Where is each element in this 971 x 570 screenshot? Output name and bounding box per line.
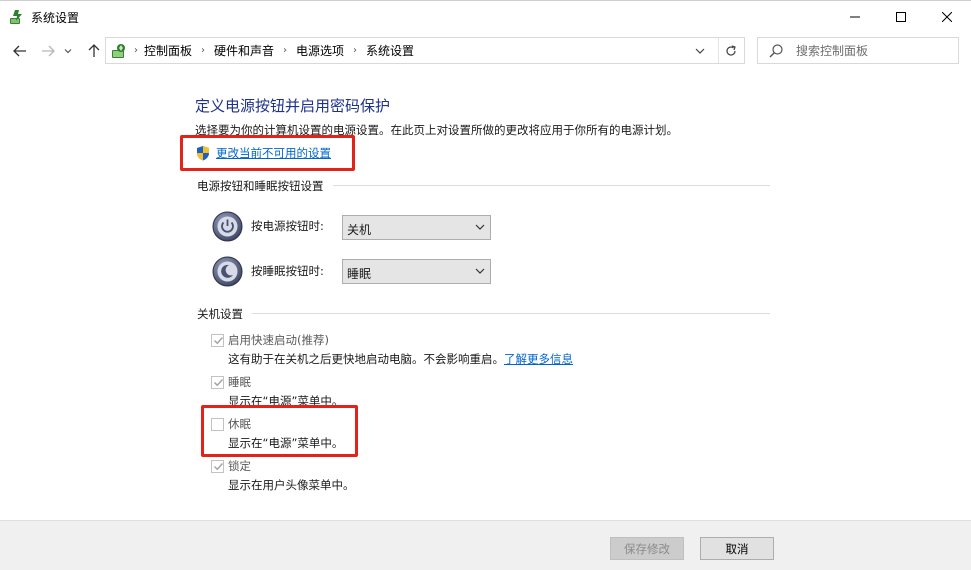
search-input[interactable] [796,41,951,60]
sleep-button-action-value: 睡眠 [347,267,372,281]
chevron-down-icon [475,224,485,230]
control-panel-icon [112,44,125,58]
learn-more-link[interactable]: 了解更多信息 [504,352,573,366]
checkmark-icon [213,336,224,345]
maximize-icon [896,11,906,22]
cancel-button[interactable]: 取消 [700,537,774,560]
window-title: 系统设置 [31,11,80,25]
breadcrumb-control-panel[interactable]: 控制面板 [144,42,192,59]
up-button[interactable] [84,41,104,61]
breadcrumb-separator-icon: › [134,45,138,56]
save-changes-button[interactable]: 保存修改 [610,537,684,560]
arrow-left-icon [13,45,26,57]
fast-startup-description-text: 这有助于在关机之后更快地启动电脑。不会影响重启。 [228,352,504,366]
chevron-down-icon [64,49,72,54]
highlight-box [180,135,355,171]
breadcrumb-separator-icon[interactable]: › [201,45,205,56]
power-button-label: 按电源按钮时: [251,219,324,233]
minimize-button[interactable] [832,1,878,32]
close-icon [942,11,952,22]
fast-startup-label: 启用快速启动(推荐) [228,333,329,347]
sleep-button-row: 按睡眠按钮时: [212,255,324,287]
section-divider [333,185,770,186]
arrow-up-icon [88,44,100,57]
power-options-app-icon [10,10,22,24]
highlight-box [201,405,358,457]
search-icon [769,44,783,58]
navigation-bar: › 控制面板 › 硬件和声音 › 电源选项 › 系统设置 [0,32,971,70]
shutdown-section-title: 关机设置 [197,307,243,321]
footer-bar: 保存修改 取消 [0,520,971,570]
maximize-button[interactable] [878,1,924,32]
sleep-checkbox[interactable] [211,376,224,389]
power-button-icon [212,211,243,241]
power-button-action-value: 关机 [347,223,372,237]
checkmark-icon [213,462,224,471]
breadcrumb-separator-icon[interactable]: › [353,45,357,56]
breadcrumb-hardware-sound[interactable]: 硬件和声音 [214,42,274,59]
fast-startup-description: 这有助于在关机之后更快地启动电脑。不会影响重启。了解更多信息 [228,351,573,367]
page-title: 定义电源按钮并启用密码保护 [195,97,391,115]
sleep-button-icon [212,256,243,286]
back-button[interactable] [10,41,30,61]
close-button[interactable] [924,1,970,32]
breadcrumb: › 控制面板 › 硬件和声音 › 电源选项 › 系统设置 [134,38,414,63]
power-buttons-section-title: 电源按钮和睡眠按钮设置 [197,179,324,193]
address-dropdown-button[interactable] [691,38,709,63]
lock-label: 锁定 [228,459,251,473]
arrow-right-icon [42,45,55,57]
sleep-button-action-select[interactable]: 睡眠 [342,259,491,284]
title-bar: 系统设置 [0,0,971,32]
chevron-down-icon [695,48,705,54]
section-divider [252,313,770,314]
breadcrumb-separator-icon[interactable]: › [283,45,287,56]
address-bar[interactable]: › 控制面板 › 硬件和声音 › 电源选项 › 系统设置 [105,37,745,64]
power-button-action-select[interactable]: 关机 [342,215,491,240]
search-box[interactable] [757,37,959,64]
chevron-down-icon [475,268,485,274]
forward-button[interactable] [38,41,58,61]
lock-description: 显示在用户头像菜单中。 [228,478,355,492]
power-button-row: 按电源按钮时: [212,210,324,242]
fast-startup-checkbox[interactable] [211,334,224,347]
breadcrumb-system-settings[interactable]: 系统设置 [366,42,414,59]
checkmark-icon [213,378,224,387]
minimize-icon [850,16,860,17]
refresh-button[interactable] [718,38,743,63]
sleep-label: 睡眠 [228,375,251,389]
sleep-button-label: 按睡眠按钮时: [251,264,324,278]
breadcrumb-power-options[interactable]: 电源选项 [296,42,344,59]
recent-locations-button[interactable] [62,41,74,61]
refresh-icon [726,44,736,56]
lock-checkbox[interactable] [211,460,224,473]
